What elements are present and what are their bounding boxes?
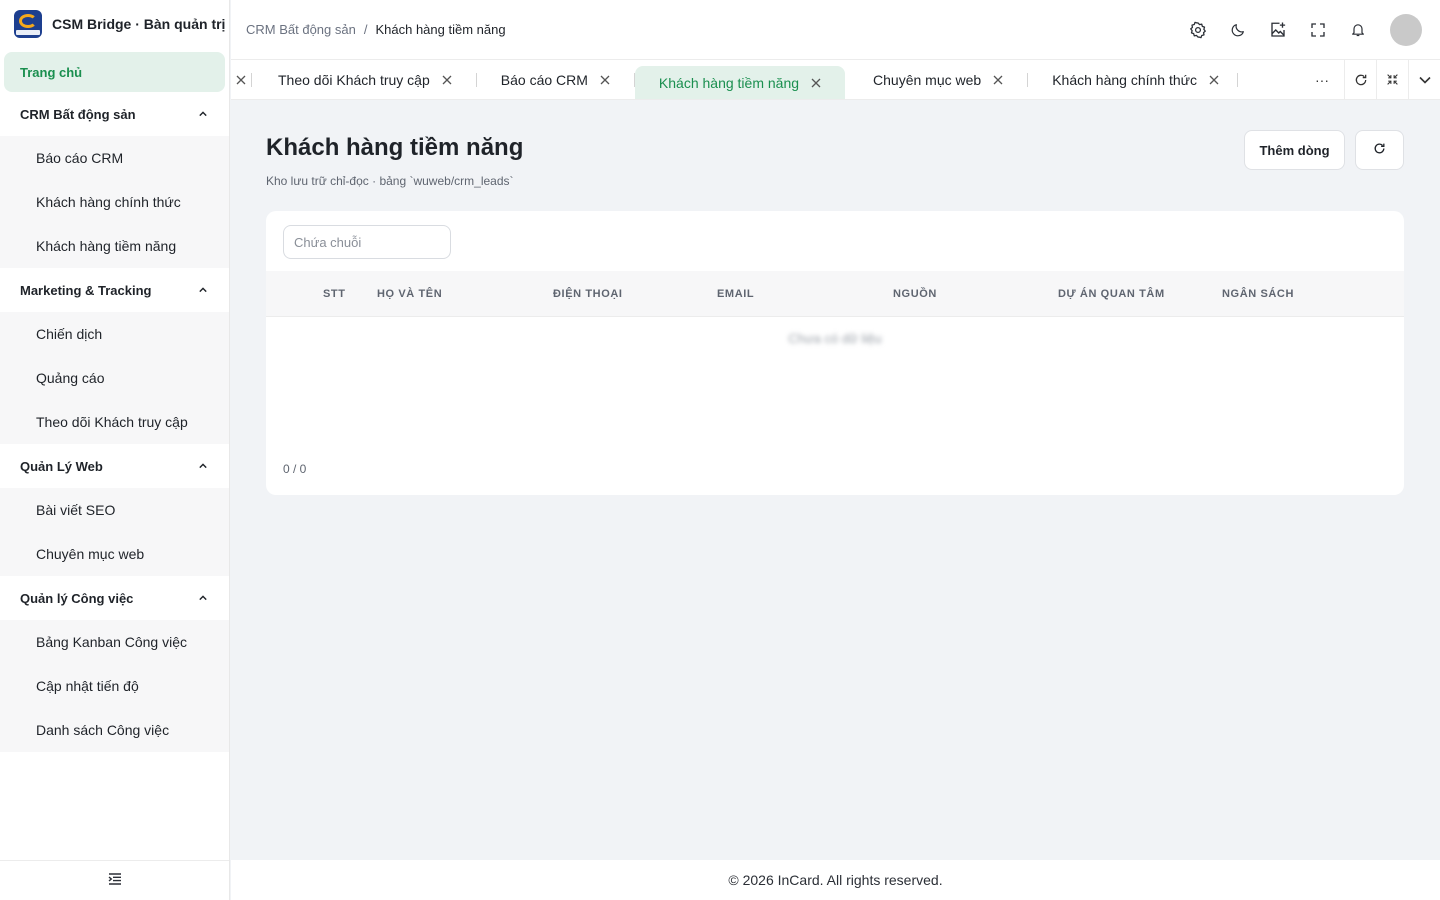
breadcrumb: CRM Bất động sản / Khách hàng tiềm năng (246, 22, 506, 37)
tab-label: Khách hàng tiềm năng (658, 74, 800, 91)
brand[interactable]: CSM Bridge · Bàn quản trị (0, 0, 229, 48)
close-icon[interactable] (231, 75, 251, 85)
sidebar-item-danh-sach-cong-viec[interactable]: Danh sách Công việc (0, 708, 229, 752)
exit-fullscreen-icon[interactable] (1376, 60, 1408, 99)
sidebar-item-chuyen-muc-web[interactable]: Chuyên mục web (0, 532, 229, 576)
image-plus-icon[interactable] (1268, 20, 1288, 40)
fullscreen-icon[interactable] (1308, 20, 1328, 40)
tab-khach-hang-chinh-thuc[interactable]: Khách hàng chính thức (1028, 60, 1237, 99)
collapse-menu-icon (108, 872, 122, 890)
sidebar-group-label: Quản Lý Web (20, 458, 103, 474)
tab-khach-hang-tiem-nang[interactable]: Khách hàng tiềm năng (634, 65, 846, 99)
sidebar-group-marketing[interactable]: Marketing & Tracking (0, 268, 229, 312)
page-header: Khách hàng tiềm năng Kho lưu trữ chỉ-đọc… (266, 130, 1404, 188)
copyright-text: © 2026 InCard. All rights reserved. (728, 872, 943, 888)
notification-bell-icon[interactable] (1348, 20, 1368, 40)
chevron-up-icon (199, 594, 207, 602)
sidebar-group-web-items: Bài viết SEO Chuyên mục web (0, 488, 229, 576)
sidebar-group-web[interactable]: Quản Lý Web (0, 444, 229, 488)
sidebar-item-theo-doi-khach-truy-cap[interactable]: Theo dõi Khách truy cập (0, 400, 229, 444)
close-icon[interactable] (1209, 75, 1219, 85)
header-tools (1188, 13, 1422, 46)
breadcrumb-parent[interactable]: CRM Bất động sản (246, 22, 356, 37)
sidebar-item-label: Trang chủ (20, 64, 83, 80)
settings-gear-icon[interactable] (1188, 20, 1208, 40)
page-actions: Thêm dòng (1244, 130, 1404, 170)
tab-divider (1237, 72, 1239, 87)
column-header-stt[interactable]: STT (323, 271, 346, 317)
tab-chuyen-muc-web[interactable]: Chuyên mục web (845, 60, 1027, 99)
close-icon[interactable] (442, 75, 452, 85)
sidebar-item-cap-nhat-tien-do[interactable]: Cập nhật tiến độ (0, 664, 229, 708)
search-input[interactable] (283, 225, 451, 259)
refresh-tab-icon[interactable] (1344, 60, 1376, 99)
column-header-ngan-sach[interactable]: NGÂN SÁCH (1222, 271, 1294, 317)
page-heading: Khách hàng tiềm năng Kho lưu trữ chỉ-đọc… (266, 130, 523, 188)
sidebar-group-marketing-items: Chiến dịch Quảng cáo Theo dõi Khách truy… (0, 312, 229, 444)
breadcrumb-current: Khách hàng tiềm năng (375, 22, 506, 37)
close-icon[interactable] (811, 78, 821, 88)
sidebar-item-chien-dich[interactable]: Chiến dịch (0, 312, 229, 356)
sidebar-item-bai-viet-seo[interactable]: Bài viết SEO (0, 488, 229, 532)
tab-label: Báo cáo CRM (500, 71, 588, 88)
sidebar-item-khach-hang-tiem-nang[interactable]: Khách hàng tiềm năng (0, 224, 229, 268)
chevron-down-icon[interactable] (1408, 60, 1440, 99)
footer: © 2026 InCard. All rights reserved. (231, 860, 1440, 900)
sidebar-nav: Trang chủ CRM Bất động sản Báo cáo CRM K… (0, 52, 229, 752)
tab-bar: Theo dõi Khách truy cập Báo cáo CRM Khác… (231, 60, 1440, 100)
tab-label: Khách hàng chính thức (1052, 71, 1198, 88)
sidebar: CSM Bridge · Bàn quản trị Trang chủ CRM … (0, 0, 230, 900)
refresh-button[interactable] (1355, 130, 1404, 170)
sidebar-item-quang-cao[interactable]: Quảng cáo (0, 356, 229, 400)
column-header-email[interactable]: EMAIL (717, 271, 754, 317)
chevron-up-icon (199, 110, 207, 118)
tab-more-button[interactable]: ··· (1300, 60, 1344, 99)
close-icon[interactable] (600, 75, 610, 85)
tabs: Theo dõi Khách truy cập Báo cáo CRM Khác… (251, 60, 1300, 99)
close-icon[interactable] (993, 75, 1003, 85)
avatar[interactable] (1390, 13, 1422, 46)
sidebar-group-label: CRM Bất động sản (20, 106, 136, 122)
sidebar-group-label: Marketing & Tracking (20, 282, 152, 298)
sidebar-group-crm-items: Báo cáo CRM Khách hàng chính thức Khách … (0, 136, 229, 268)
brand-logo (14, 10, 42, 38)
sidebar-item-khach-hang-chinh-thuc[interactable]: Khách hàng chính thức (0, 180, 229, 224)
tab-actions: ··· (1300, 60, 1440, 99)
pagination-count: 0 / 0 (283, 462, 307, 476)
tab-label: Theo dõi Khách truy cập (278, 71, 430, 88)
tab-label: Chuyên mục web (873, 71, 982, 88)
breadcrumb-separator: / (363, 22, 368, 37)
page-title: Khách hàng tiềm năng (266, 134, 524, 161)
tab-theo-doi-khach-truy-cap[interactable]: Theo dõi Khách truy cập (252, 60, 476, 99)
chevron-up-icon (199, 462, 207, 470)
column-header-dien-thoai[interactable]: ĐIỆN THOẠI (553, 271, 623, 317)
sidebar-group-cong-viec-items: Bảng Kanban Công việc Cập nhật tiến độ D… (0, 620, 229, 752)
sidebar-item-bao-cao-crm[interactable]: Báo cáo CRM (0, 136, 229, 180)
data-table-card: STT HỌ VÀ TÊN ĐIỆN THOẠI EMAIL NGUỒN DỰ … (266, 211, 1404, 495)
refresh-icon (1373, 142, 1386, 158)
add-row-button[interactable]: Thêm dòng (1244, 130, 1345, 170)
top-header: CRM Bất động sản / Khách hàng tiềm năng (231, 0, 1440, 60)
main-content: Khách hàng tiềm năng Kho lưu trữ chỉ-đọc… (266, 100, 1404, 495)
column-header-nguon[interactable]: NGUỒN (893, 271, 937, 317)
brand-title: CSM Bridge · Bàn quản trị (52, 16, 226, 32)
sidebar-group-cong-viec[interactable]: Quản lý Công việc (0, 576, 229, 620)
column-header-du-an-quan-tam[interactable]: DỰ ÁN QUAN TÂM (1058, 271, 1165, 317)
column-header-ho-va-ten[interactable]: HỌ VÀ TÊN (377, 271, 442, 317)
sidebar-group-label: Quản lý Công việc (20, 590, 134, 606)
tab-bao-cao-crm[interactable]: Báo cáo CRM (477, 60, 634, 99)
empty-state-text: Chưa có dữ liệu (788, 331, 882, 346)
table-header: STT HỌ VÀ TÊN ĐIỆN THOẠI EMAIL NGUỒN DỰ … (266, 271, 1404, 317)
chevron-up-icon (199, 286, 207, 294)
page-subtitle: Kho lưu trữ chỉ-đọc · bảng `wuweb/crm_le… (266, 174, 514, 188)
collapse-sidebar-button[interactable] (0, 860, 229, 900)
sidebar-item-bang-kanban[interactable]: Bảng Kanban Công việc (0, 620, 229, 664)
sidebar-group-crm[interactable]: CRM Bất động sản (0, 92, 229, 136)
dark-mode-moon-icon[interactable] (1228, 20, 1248, 40)
sidebar-item-home[interactable]: Trang chủ (4, 52, 225, 92)
